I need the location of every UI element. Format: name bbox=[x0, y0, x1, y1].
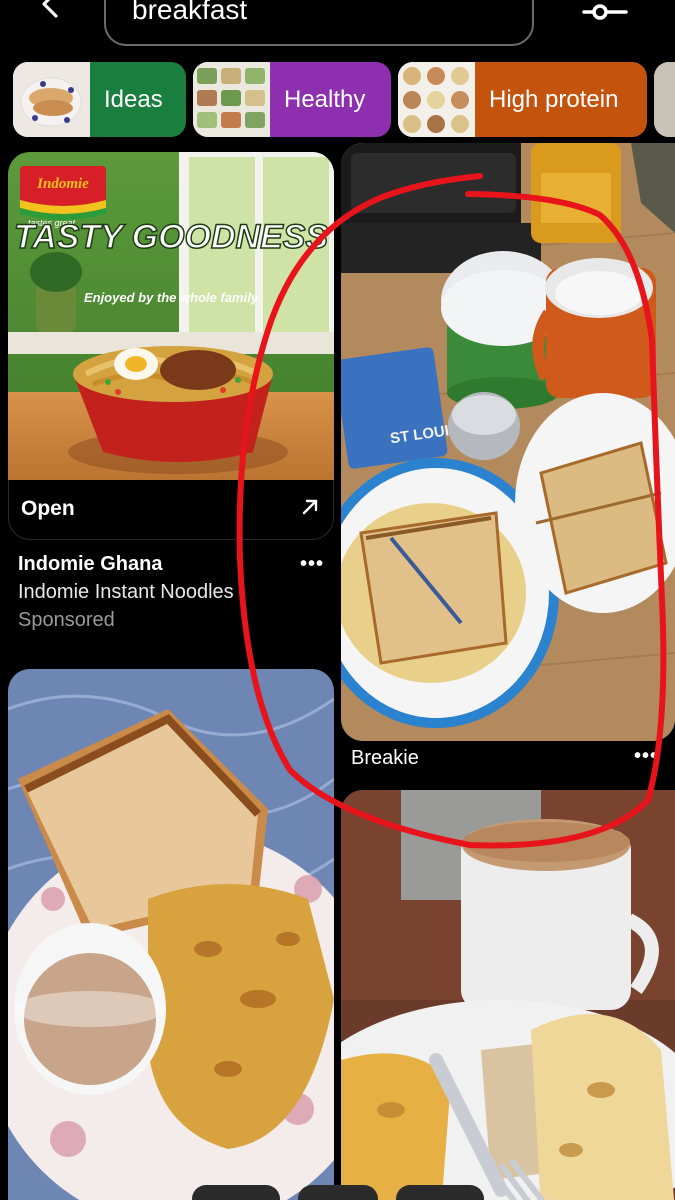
filter-sliders-icon[interactable] bbox=[580, 0, 630, 28]
toast-omelette-pin-image[interactable] bbox=[8, 669, 334, 1200]
search-query: breakfast bbox=[132, 0, 248, 25]
chip-partial-thumbnail bbox=[654, 62, 675, 137]
bottom-nav-segment[interactable] bbox=[298, 1185, 378, 1200]
ad-description: Indomie Instant Noodles bbox=[18, 581, 234, 603]
chip-partial[interactable] bbox=[654, 62, 675, 137]
sponsored-pin-image[interactable]: Indomie tastes great TASTY GOODNESS Enjo… bbox=[8, 152, 334, 492]
open-label: Open bbox=[21, 497, 75, 520]
bottom-nav-segment[interactable] bbox=[192, 1185, 280, 1200]
tea-eggs-pin-image[interactable] bbox=[341, 790, 675, 1200]
chip-ideas-label: Ideas bbox=[90, 62, 186, 137]
ad-advertiser-name: Indomie Ghana bbox=[18, 553, 163, 575]
chip-ideas[interactable]: Ideas bbox=[13, 62, 186, 137]
breakie-pin-title: Breakie bbox=[351, 747, 419, 769]
ad-headline: TASTY GOODNESS bbox=[14, 218, 329, 256]
back-arrow-icon[interactable] bbox=[32, 0, 72, 28]
chip-high-protein[interactable]: High protein bbox=[398, 62, 647, 137]
screen: breakfast Ideas Healthy High protein Ind… bbox=[0, 0, 675, 1200]
chip-healthy-thumbnail bbox=[193, 62, 270, 137]
ad-open-bar[interactable]: Open bbox=[8, 480, 334, 540]
suggestion-chips: Ideas Healthy High protein bbox=[0, 62, 675, 138]
external-link-arrow-icon bbox=[302, 499, 318, 515]
chip-high-protein-label: High protein bbox=[475, 62, 647, 137]
bottom-nav-segment[interactable] bbox=[396, 1185, 484, 1200]
search-input[interactable]: breakfast bbox=[104, 0, 534, 46]
sponsored-label: Sponsored bbox=[18, 609, 115, 631]
chip-healthy[interactable]: Healthy bbox=[193, 62, 391, 137]
chip-healthy-label: Healthy bbox=[270, 62, 391, 137]
ad-subheadline: Enjoyed by the whole family bbox=[84, 290, 259, 305]
chip-ideas-thumbnail bbox=[13, 62, 90, 137]
chip-high-protein-thumbnail bbox=[398, 62, 475, 137]
ad-more-options-icon[interactable]: ••• bbox=[300, 553, 324, 576]
breakie-pin-image[interactable]: ST LOUIS bbox=[341, 143, 675, 741]
breakie-more-options-icon[interactable]: ••• bbox=[634, 745, 658, 768]
ad-brand-logo: Indomie bbox=[36, 176, 89, 192]
